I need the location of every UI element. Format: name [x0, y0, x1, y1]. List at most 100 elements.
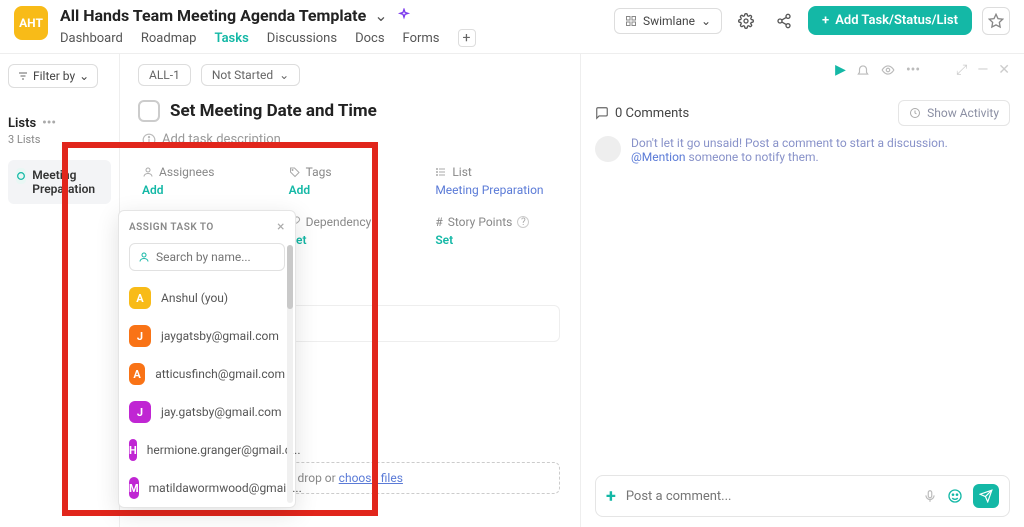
field-list: List Meeting Preparation [435, 165, 576, 197]
add-tab-button[interactable]: + [458, 29, 476, 47]
chevron-down-icon[interactable]: ⌄ [374, 6, 387, 25]
tab-forms[interactable]: Forms [403, 31, 440, 46]
send-button[interactable] [973, 484, 999, 508]
field-dependency-label: Dependency [306, 215, 372, 229]
tab-discussions[interactable]: Discussions [267, 31, 337, 46]
gear-icon[interactable] [732, 7, 760, 35]
assignee-option-label: jay.gatsby@gmail.com [161, 405, 281, 419]
tab-dashboard[interactable]: Dashboard [60, 31, 123, 46]
panel-actions: ▶ ••• ⤢ — ✕ [835, 62, 1010, 78]
field-dependency: Dependency Set [289, 215, 430, 247]
minimize-icon[interactable]: — [977, 62, 988, 78]
list-card-label: Meeting Preparation [32, 168, 103, 196]
assignee-search-input[interactable] [156, 250, 276, 264]
avatar: M [129, 477, 139, 499]
task-title[interactable]: Set Meeting Date and Time [170, 101, 377, 121]
task-description-placeholder: Add task description [162, 132, 281, 147]
assignee-option[interactable]: Mmatildawormwood@gmail.... [119, 469, 295, 507]
tab-tasks[interactable]: Tasks [214, 31, 248, 46]
lists-header: Lists ••• [8, 116, 111, 131]
show-activity-button[interactable]: Show Activity [898, 100, 1010, 126]
avatar: J [129, 325, 151, 347]
doc-title[interactable]: All Hands Team Meeting Agenda Template [60, 6, 366, 25]
eye-icon[interactable] [880, 63, 896, 77]
chip-status-label: Not Started [212, 68, 273, 82]
close-icon[interactable]: × [277, 219, 285, 235]
filter-icon [17, 70, 29, 82]
more-icon[interactable]: ••• [42, 116, 56, 131]
assignee-popover-title: ASSIGN TASK TO [129, 222, 214, 233]
list-card-meeting-preparation[interactable]: Meeting Preparation [8, 160, 111, 204]
task-description-input[interactable]: Add task description [130, 132, 580, 147]
avatar [595, 136, 621, 162]
avatar: A [129, 287, 151, 309]
assignee-option[interactable]: Jjaygatsby@gmail.com [119, 317, 295, 355]
expand-icon[interactable]: ⤢ [956, 62, 967, 78]
field-tags-label: Tags [306, 165, 332, 179]
lists-count: 3 Lists [8, 133, 111, 146]
lists-header-label: Lists [8, 116, 36, 131]
filter-label: Filter by [33, 69, 75, 83]
assignee-option-label: matildawormwood@gmail.... [149, 481, 302, 495]
chevron-down-icon: ⌄ [79, 69, 89, 83]
scrollbar-thumb[interactable] [287, 245, 293, 309]
mic-icon[interactable] [923, 489, 937, 503]
emoji-icon[interactable] [947, 488, 963, 504]
tab-docs[interactable]: Docs [355, 31, 384, 46]
chip-all-label: ALL-1 [149, 68, 180, 82]
field-list-label: List [452, 165, 472, 179]
info-icon[interactable]: ? [517, 216, 529, 228]
story-points-set-button[interactable]: Set [435, 233, 576, 247]
plus-icon: + [822, 13, 829, 28]
assignee-popover: ASSIGN TASK TO × AAnshul (you)Jjaygatsby… [118, 210, 296, 508]
bell-icon[interactable] [856, 63, 870, 77]
mention-link[interactable]: @Mention [631, 150, 686, 164]
grid-icon [625, 15, 637, 27]
list-icon [16, 168, 26, 184]
more-icon[interactable]: ••• [906, 62, 920, 78]
assignees-add-button[interactable]: Add [142, 183, 283, 197]
field-assignees-label: Assignees [159, 165, 214, 179]
view-switch-label: Swimlane [643, 14, 695, 28]
comment-hint: Don't let it go unsaid! Post a comment t… [595, 136, 1010, 164]
add-task-label: Add Task/Status/List [835, 13, 958, 28]
task-complete-checkbox[interactable] [138, 100, 160, 122]
share-icon[interactable] [770, 7, 798, 35]
star-button[interactable] [982, 7, 1010, 35]
view-switch[interactable]: Swimlane ⌄ [614, 8, 722, 34]
popover-scrollbar[interactable] [287, 245, 293, 503]
assignee-option[interactable]: AAnshul (you) [119, 279, 295, 317]
assignee-option-label: atticusfinch@gmail.com [155, 367, 285, 381]
tags-add-button[interactable]: Add [289, 183, 430, 197]
field-list-value[interactable]: Meeting Preparation [435, 183, 576, 197]
assignee-option[interactable]: Hhermione.granger@gmail.c... [119, 431, 295, 469]
plus-icon[interactable]: + [606, 486, 616, 507]
chip-status[interactable]: Not Started ⌄ [201, 64, 300, 86]
topbar-right: Swimlane ⌄ + Add Task/Status/List [614, 6, 1010, 35]
field-story-points: #Story Points ? Set [435, 215, 576, 247]
comment-icon [595, 106, 609, 120]
chevron-down-icon: ⌄ [701, 14, 711, 28]
sparkle-icon[interactable] [396, 8, 412, 24]
filter-button[interactable]: Filter by ⌄ [8, 64, 98, 88]
play-icon[interactable]: ▶ [835, 62, 846, 78]
avatar: J [129, 401, 151, 423]
chip-all[interactable]: ALL-1 [138, 64, 191, 86]
close-icon[interactable]: ✕ [998, 62, 1010, 78]
assignee-option[interactable]: Jjay.gatsby@gmail.com [119, 393, 295, 431]
assignee-search[interactable] [129, 243, 285, 271]
user-icon [138, 251, 150, 263]
tag-icon [289, 166, 301, 178]
dependency-set-button[interactable]: Set [289, 233, 430, 247]
assignee-option[interactable]: Aatticusfinch@gmail.com [119, 355, 295, 393]
comment-composer[interactable]: + [595, 475, 1010, 517]
add-task-button[interactable]: + Add Task/Status/List [808, 6, 972, 35]
list-icon [435, 166, 447, 178]
comment-input[interactable] [626, 489, 913, 504]
field-assignees: Assignees Add [142, 165, 283, 197]
topbar: AHT All Hands Team Meeting Agenda Templa… [0, 0, 1024, 54]
tab-roadmap[interactable]: Roadmap [141, 31, 197, 46]
hash-icon: # [435, 215, 442, 229]
workspace-badge[interactable]: AHT [14, 6, 48, 40]
choose-files-link[interactable]: choose files [339, 471, 403, 485]
